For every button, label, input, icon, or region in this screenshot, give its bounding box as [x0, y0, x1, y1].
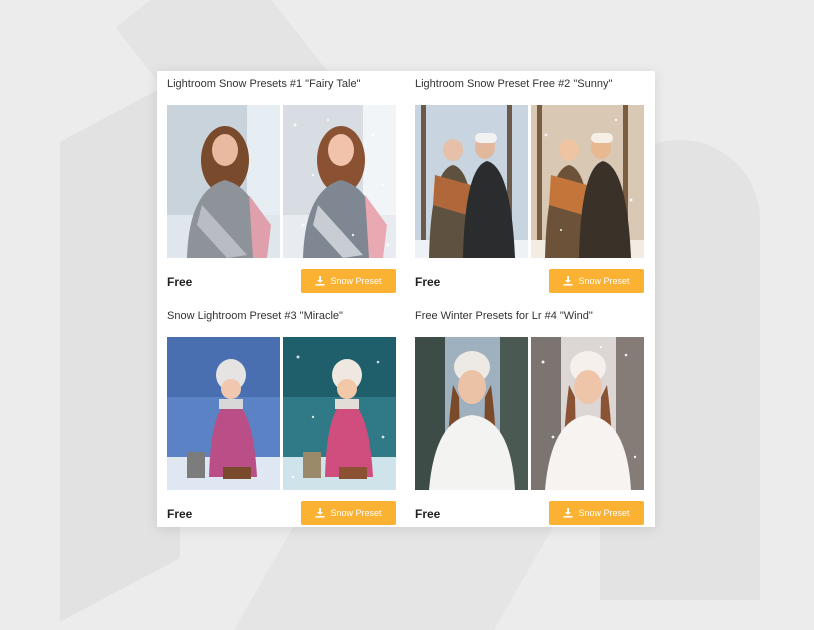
download-icon [315, 276, 325, 286]
download-button-label: Snow Preset [330, 276, 382, 286]
preset-title: Lightroom Snow Presets #1 "Fairy Tale" [167, 78, 361, 90]
before-photo[interactable] [167, 105, 280, 258]
download-button[interactable]: Snow Preset [301, 269, 396, 293]
before-photo[interactable] [167, 337, 280, 490]
preset-title: Snow Lightroom Preset #3 "Miracle" [167, 310, 343, 322]
price-label: Free [167, 507, 193, 521]
download-button-label: Snow Preset [578, 276, 630, 286]
before-photo[interactable] [415, 337, 528, 490]
price-label: Free [415, 507, 441, 521]
preset-panel: Lightroom Snow Presets #1 "Fairy Tale" F… [157, 71, 655, 527]
preset-title: Lightroom Snow Preset Free #2 "Sunny" [415, 78, 613, 90]
download-button-label: Snow Preset [578, 508, 630, 518]
after-photo[interactable] [531, 105, 644, 258]
download-icon [563, 276, 573, 286]
preset-title: Free Winter Presets for Lr #4 "Wind" [415, 310, 593, 322]
before-photo[interactable] [415, 105, 528, 258]
price-label: Free [167, 275, 193, 289]
after-photo[interactable] [283, 337, 396, 490]
download-button[interactable]: Snow Preset [549, 269, 644, 293]
download-icon [315, 508, 325, 518]
after-photo[interactable] [283, 105, 396, 258]
download-icon [563, 508, 573, 518]
price-label: Free [415, 275, 441, 289]
download-button-label: Snow Preset [330, 508, 382, 518]
after-photo[interactable] [531, 337, 644, 490]
download-button[interactable]: Snow Preset [549, 501, 644, 525]
download-button[interactable]: Snow Preset [301, 501, 396, 525]
